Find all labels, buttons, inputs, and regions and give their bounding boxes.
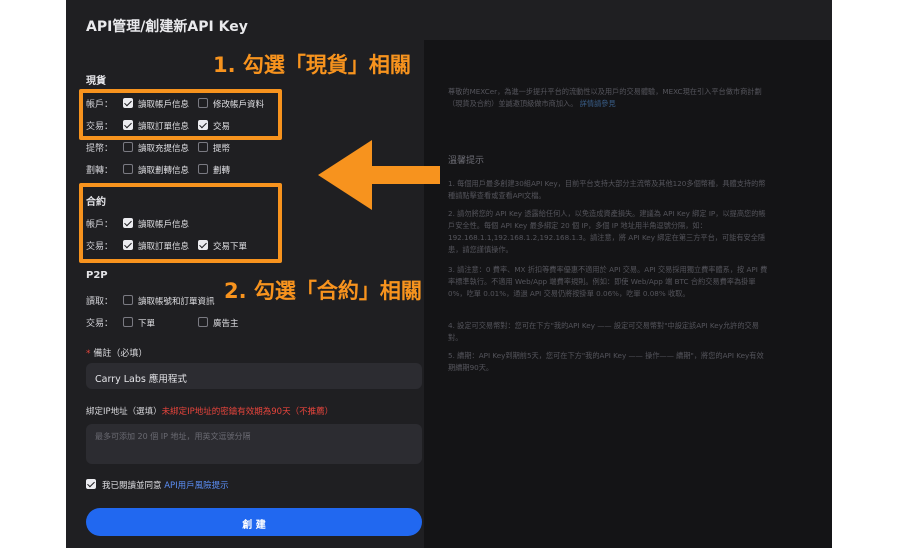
spot-option-label[interactable]: 劃轉 <box>213 164 230 176</box>
p2p-checkbox[interactable] <box>123 295 133 305</box>
tips-title: 溫馨提示 <box>448 156 485 166</box>
note-label-wrap: * 備註（必填） <box>86 346 147 359</box>
spot-row-label: 劃轉： <box>86 166 114 176</box>
p2p-row-label: 讀取： <box>86 297 114 307</box>
spot-option-label[interactable]: 讀取充提信息 <box>138 142 189 154</box>
p2p-option-label[interactable]: 讀取帳號和訂單資訊 <box>138 295 215 307</box>
note-input[interactable]: Carry Labs 應用程式 <box>86 363 422 389</box>
page-title: API管理/創建新API Key <box>86 19 248 35</box>
p2p-section-title: P2P <box>86 270 108 281</box>
tip-item: 4. 設定可交易幣對：您可在下方"我的API Key —— 設定可交易幣對"中設… <box>448 321 759 342</box>
ip-warning: 未綁定IP地址的密鑰有效期為90天（不推薦） <box>161 407 334 417</box>
spot-checkbox[interactable] <box>198 164 208 174</box>
agreement-link[interactable]: API用戶風險提示 <box>164 481 228 491</box>
create-button-label: 創 建 <box>242 520 266 531</box>
p2p-row-label: 交易： <box>86 319 114 329</box>
info-panel: 尊敬的MEXCer，為進一步提升平台的流動性以及用戶的交易體驗，MEXC現在引入… <box>424 0 832 548</box>
left-arrow-icon <box>318 140 440 210</box>
tip-item: 2. 請勿將您的 API Key 透露給任何人，以免造成資產損失。建議為 API… <box>448 209 766 254</box>
agreement-checkbox[interactable] <box>86 479 96 489</box>
p2p-checkbox[interactable] <box>123 317 133 327</box>
ip-input[interactable]: 最多可添加 20 個 IP 地址，用英文逗號分隔 <box>86 424 422 464</box>
right-top-strip <box>424 0 832 40</box>
spot-checkbox[interactable] <box>123 142 133 152</box>
market-maker-intro: 尊敬的MEXCer，為進一步提升平台的流動性以及用戶的交易體驗，MEXC現在引入… <box>448 86 768 110</box>
p2p-option-label[interactable]: 廣告主 <box>213 317 239 329</box>
futures-highlight-box <box>79 183 282 263</box>
create-button[interactable]: 創 建 <box>86 508 422 536</box>
note-label: 備註（必填） <box>93 349 148 359</box>
tip-item: 3. 請注意：0 費率、MX 折扣等費率優惠不適用於 API 交易。API 交易… <box>448 265 768 298</box>
app-frame: API管理/創建新API Key 現貨 帳戶： 讀取帳戶信息 修改帳戶資料 交易： 讀取… <box>66 0 832 548</box>
agreement-text-wrap: 我已閱讀並同意 API用戶風險提示 <box>102 479 229 491</box>
ip-label: 綁定IP地址（選填） <box>86 407 162 417</box>
spot-highlight-box <box>79 89 282 140</box>
required-mark: * <box>86 349 91 359</box>
note-input-value: Carry Labs 應用程式 <box>95 374 187 385</box>
spot-option-label[interactable]: 提幣 <box>213 142 230 154</box>
agreement-text: 我已閱讀並同意 <box>102 481 162 491</box>
spot-option-label[interactable]: 讀取劃轉信息 <box>138 164 189 176</box>
spot-checkbox[interactable] <box>198 142 208 152</box>
tip-item: 1. 每個用戶最多創建30組API Key，目前平台支持大部分主流幣及其他120… <box>448 179 766 200</box>
spot-section-title: 現貨 <box>86 76 106 87</box>
ip-label-wrap: 綁定IP地址（選填）未綁定IP地址的密鑰有效期為90天（不推薦） <box>86 405 333 417</box>
spot-row-label: 提幣： <box>86 144 114 154</box>
spot-checkbox[interactable] <box>123 164 133 174</box>
step2-annotation: 2. 勾選「合約」相關 <box>224 279 422 303</box>
p2p-option-label[interactable]: 下單 <box>138 317 155 329</box>
ip-input-placeholder: 最多可添加 20 個 IP 地址，用英文逗號分隔 <box>95 432 251 441</box>
step1-annotation: 1. 勾選「現貨」相關 <box>213 53 411 77</box>
intro-link[interactable]: 詳情請參見 <box>580 99 616 108</box>
p2p-checkbox[interactable] <box>198 317 208 327</box>
create-api-key-form: API管理/創建新API Key 現貨 帳戶： 讀取帳戶信息 修改帳戶資料 交易： 讀取… <box>66 0 424 548</box>
tip-item: 5. 續期：API Key到期前5天，您可在下方"我的API Key —— 操作… <box>448 351 764 372</box>
